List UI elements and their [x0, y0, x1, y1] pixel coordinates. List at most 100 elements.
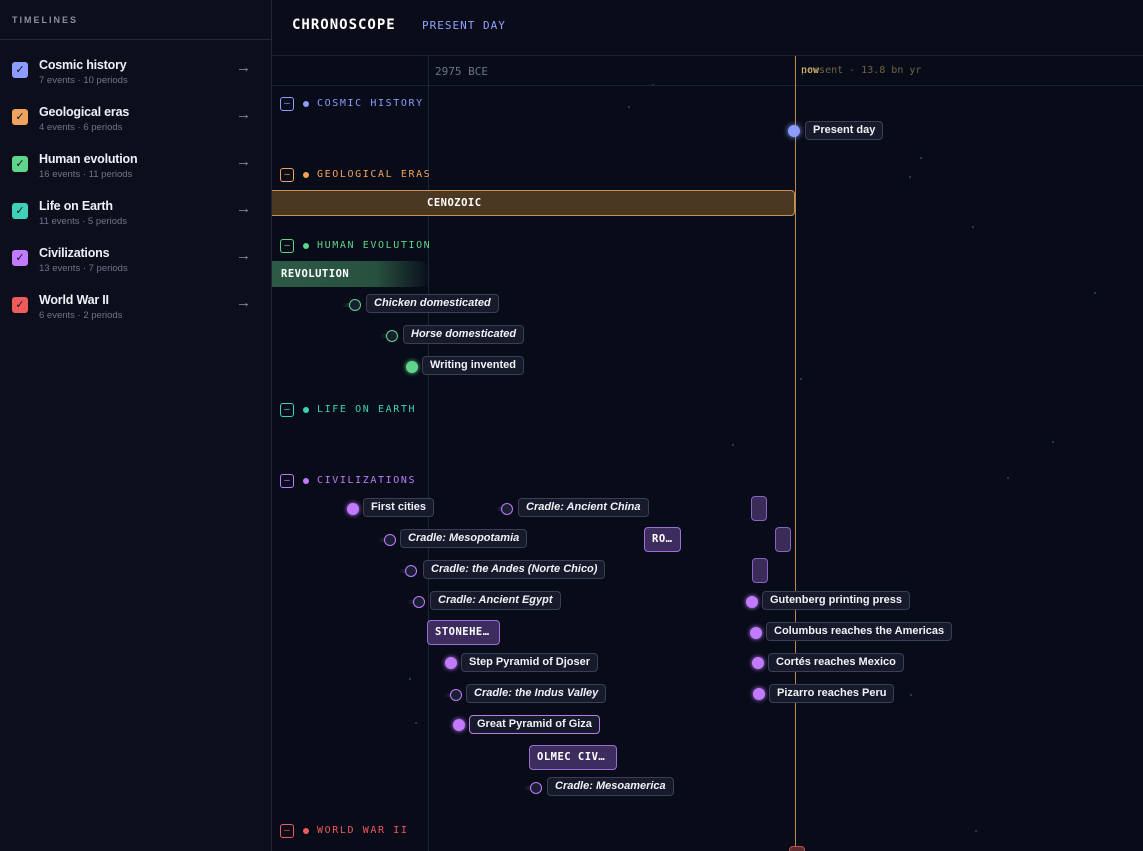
- event-marker-cradle-ancient-china[interactable]: [501, 503, 513, 515]
- track-color-dot: [303, 243, 309, 249]
- event-label-cradle-ancient-china[interactable]: Cradle: Ancient China: [518, 498, 649, 517]
- star-decoration: [909, 176, 911, 178]
- event-label-cradle-ancient-egypt[interactable]: Cradle: Ancient Egypt: [430, 591, 561, 610]
- arrow-right-icon[interactable]: →: [236, 106, 251, 123]
- event-label-cradle-mesoamerica[interactable]: Cradle: Mesoamerica: [547, 777, 674, 796]
- collapse-button-civilizations[interactable]: –: [280, 474, 294, 488]
- collapse-button-world-war-ii[interactable]: –: [280, 824, 294, 838]
- event-label-chicken-domesticated[interactable]: Chicken domesticated: [366, 294, 499, 313]
- star-decoration: [628, 106, 630, 108]
- track-name: WORLD WAR II: [317, 825, 409, 836]
- collapse-button-human-evolution[interactable]: –: [280, 239, 294, 253]
- event-marker-cradle-mesoamerica[interactable]: [530, 782, 542, 794]
- event-marker-cradle-mesopotamia[interactable]: [384, 534, 396, 546]
- event-marker-pizarro[interactable]: [753, 688, 765, 700]
- star-decoration: [732, 444, 734, 446]
- period-bar-world-war-ii[interactable]: [789, 846, 805, 851]
- event-label-columbus[interactable]: Columbus reaches the Americas: [766, 622, 953, 641]
- sidebar-title: TIMELINES: [12, 15, 79, 25]
- period-bar-civilization[interactable]: [775, 527, 791, 552]
- timeline-item-cosmic-history[interactable]: ✓ Cosmic history 7 events · 10 periods →: [0, 57, 271, 101]
- event-label-cradle-mesopotamia[interactable]: Cradle: Mesopotamia: [400, 529, 528, 548]
- track-color-dot: [303, 101, 309, 107]
- timeline-meta: 7 events · 10 periods: [39, 75, 128, 86]
- timeline-meta: 13 events · 7 periods: [39, 263, 128, 274]
- track-color-dot: [303, 828, 309, 834]
- period-bar-rome[interactable]: RO…: [644, 527, 681, 552]
- track-name: COSMIC HISTORY: [317, 98, 424, 109]
- star-decoration: [920, 157, 922, 159]
- event-label-present-day[interactable]: Present day: [805, 121, 884, 140]
- timeline-name: Life on Earth: [39, 199, 113, 213]
- period-bar-revolution[interactable]: REVOLUTION: [272, 261, 432, 287]
- timeline-meta: 11 events · 5 periods: [39, 216, 128, 227]
- event-label-horse-domesticated[interactable]: Horse domesticated: [403, 325, 525, 344]
- star-decoration: [1052, 441, 1054, 443]
- timeline-meta: 4 events · 6 periods: [39, 122, 123, 133]
- track-color-dot: [303, 478, 309, 484]
- event-label-step-pyramid[interactable]: Step Pyramid of Djoser: [461, 653, 599, 672]
- event-label-cradle-andes[interactable]: Cradle: the Andes (Norte Chico): [423, 560, 606, 579]
- event-marker-cradle-ancient-egypt[interactable]: [413, 596, 425, 608]
- star-decoration: [975, 830, 977, 832]
- timeline-item-world-war-ii[interactable]: ✓ World War II 6 events · 2 periods →: [0, 292, 271, 336]
- event-label-pizarro[interactable]: Pizarro reaches Peru: [769, 684, 895, 703]
- event-marker-step-pyramid[interactable]: [445, 657, 457, 669]
- event-marker-horse-domesticated[interactable]: [386, 330, 398, 342]
- checkbox-human-evolution[interactable]: ✓: [12, 156, 28, 172]
- timeline-item-geological-eras[interactable]: ✓ Geological eras 4 events · 6 periods →: [0, 104, 271, 148]
- period-bar-civilization[interactable]: [752, 558, 768, 583]
- timeline-name: Human evolution: [39, 152, 138, 166]
- collapse-button-geological-eras[interactable]: –: [280, 168, 294, 182]
- star-decoration: [415, 722, 417, 724]
- checkbox-geological-eras[interactable]: ✓: [12, 109, 28, 125]
- event-label-cradle-indus-valley[interactable]: Cradle: the Indus Valley: [466, 684, 607, 703]
- arrow-right-icon[interactable]: →: [236, 294, 251, 311]
- now-line: [795, 56, 796, 851]
- period-bar-civilization[interactable]: [751, 496, 767, 521]
- arrow-right-icon[interactable]: →: [236, 200, 251, 217]
- period-bar-olmec[interactable]: OLMEC CIV…: [529, 745, 617, 770]
- timeline-name: Geological eras: [39, 105, 130, 119]
- now-marker-label: present - 13.8 bn yr now: [801, 65, 921, 76]
- event-marker-first-cities[interactable]: [347, 503, 359, 515]
- event-label-great-pyramid[interactable]: Great Pyramid of Giza: [469, 715, 600, 734]
- timeline-item-life-on-earth[interactable]: ✓ Life on Earth 11 events · 5 periods →: [0, 198, 271, 242]
- event-marker-chicken-domesticated[interactable]: [349, 299, 361, 311]
- timelines-sidebar: TIMELINES ✓ Cosmic history 7 events · 10…: [0, 0, 272, 851]
- period-bar-stonehenge[interactable]: STONEHE…: [427, 620, 500, 645]
- event-label-writing-invented[interactable]: Writing invented: [422, 356, 524, 375]
- timeline-item-civilizations[interactable]: ✓ Civilizations 13 events · 7 periods →: [0, 245, 271, 289]
- arrow-right-icon[interactable]: →: [236, 247, 251, 264]
- track-color-dot: [303, 172, 309, 178]
- checkbox-cosmic-history[interactable]: ✓: [12, 62, 28, 78]
- collapse-button-cosmic-history[interactable]: –: [280, 97, 294, 111]
- now-ghost-label: present - 13.8 bn yr: [801, 65, 922, 76]
- star-decoration: [910, 694, 912, 696]
- star-decoration: [409, 678, 411, 680]
- app-subtitle: PRESENT DAY: [422, 19, 506, 32]
- timeline-item-human-evolution[interactable]: ✓ Human evolution 16 events · 11 periods…: [0, 151, 271, 195]
- event-marker-cradle-indus-valley[interactable]: [450, 689, 462, 701]
- star-decoration: [1094, 292, 1096, 294]
- event-label-cortes[interactable]: Cortés reaches Mexico: [768, 653, 904, 672]
- checkbox-world-war-ii[interactable]: ✓: [12, 297, 28, 313]
- arrow-right-icon[interactable]: →: [236, 153, 251, 170]
- period-bar-cenozoic[interactable]: CENOZOIC: [272, 190, 795, 216]
- event-marker-writing-invented[interactable]: [406, 361, 418, 373]
- checkbox-civilizations[interactable]: ✓: [12, 250, 28, 266]
- event-marker-cortes[interactable]: [752, 657, 764, 669]
- time-ruler[interactable]: 2975 BCE present - 13.8 bn yr now: [272, 56, 1143, 86]
- event-label-gutenberg[interactable]: Gutenberg printing press: [762, 591, 911, 610]
- timeline-canvas[interactable]: CHRONOSCOPE PRESENT DAY 2975 BCE present…: [272, 0, 1143, 851]
- event-marker-gutenberg[interactable]: [746, 596, 758, 608]
- event-label-first-cities[interactable]: First cities: [363, 498, 435, 517]
- event-marker-cradle-andes[interactable]: [405, 565, 417, 577]
- checkbox-life-on-earth[interactable]: ✓: [12, 203, 28, 219]
- event-marker-present-day[interactable]: [788, 125, 800, 137]
- event-marker-great-pyramid[interactable]: [453, 719, 465, 731]
- collapse-button-life-on-earth[interactable]: –: [280, 403, 294, 417]
- timeline-name: Civilizations: [39, 246, 110, 260]
- arrow-right-icon[interactable]: →: [236, 59, 251, 76]
- event-marker-columbus[interactable]: [750, 627, 762, 639]
